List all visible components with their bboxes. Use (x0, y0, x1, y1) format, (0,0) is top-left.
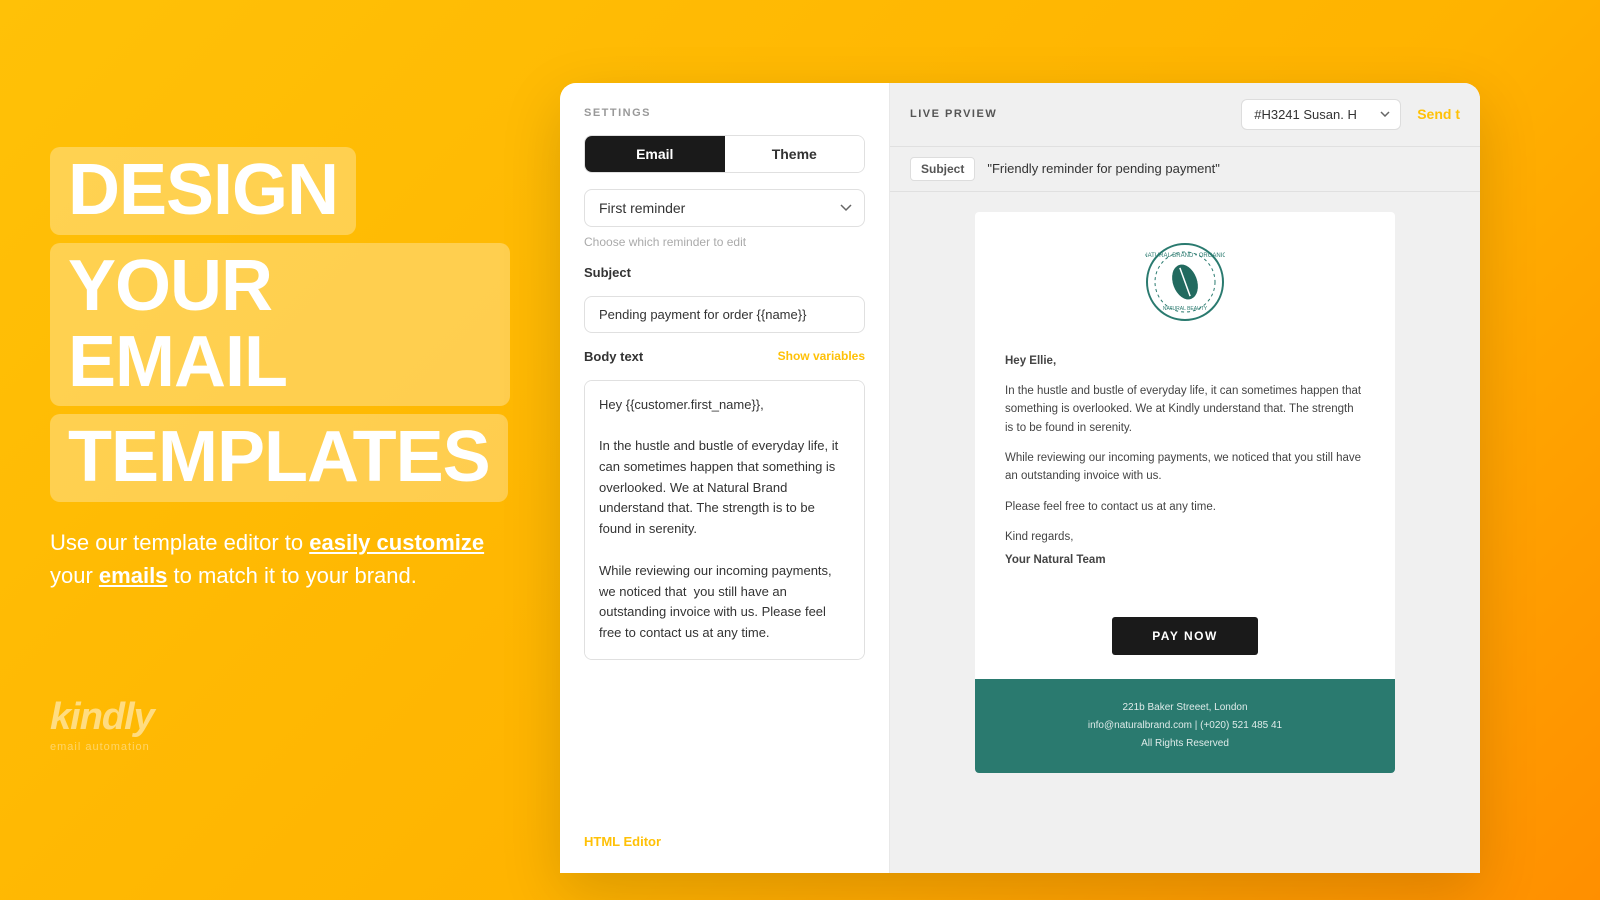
subject-value: "Friendly reminder for pending payment" (987, 161, 1220, 176)
subtitle: Use our template editor to easily custom… (50, 526, 490, 592)
title-line-3: TEMPLATES (50, 414, 510, 502)
tab-theme[interactable]: Theme (725, 136, 865, 172)
email-preview-body[interactable]: NATURAL BRAND • ORGANIC NATURAL BEAUTY H… (890, 192, 1480, 873)
settings-section-label: SETTINGS (584, 107, 865, 119)
email-logo-area: NATURAL BRAND • ORGANIC NATURAL BEAUTY (975, 212, 1395, 342)
logo-tagline: email automation (50, 741, 510, 753)
title-line-1: DESIGN (50, 147, 510, 235)
logo-area: kindly email automation (50, 696, 510, 753)
brand-logo: kindly (50, 696, 510, 739)
subject-bar: Subject "Friendly reminder for pending p… (890, 147, 1480, 192)
svg-text:NATURAL BEAUTY: NATURAL BEAUTY (1163, 306, 1208, 312)
tab-email[interactable]: Email (585, 136, 725, 172)
tab-group: Email Theme (584, 135, 865, 173)
pay-now-button[interactable]: PAY NOW (1112, 617, 1258, 655)
pay-btn-wrap: PAY NOW (975, 601, 1395, 679)
email-footer: 221b Baker Streeet, London info@naturalb… (975, 679, 1395, 773)
email-body: Hey Ellie, In the hustle and bustle of e… (975, 342, 1395, 602)
html-editor-link[interactable]: HTML Editor (584, 822, 865, 849)
email-sign-off: Kind regards, (1005, 528, 1365, 546)
preview-header: LIVE PRVIEW #H3241 Susan. H Send t (890, 83, 1480, 147)
footer-email: info@naturalbrand.com | (+020) 521 485 4… (995, 717, 1375, 735)
email-greeting: Hey Ellie, (1005, 352, 1365, 370)
preview-section-label: LIVE PRVIEW (910, 108, 997, 120)
email-para2: While reviewing our incoming payments, w… (1005, 449, 1365, 486)
svg-text:NATURAL BRAND • ORGANIC: NATURAL BRAND • ORGANIC (1145, 253, 1225, 259)
preview-panel: LIVE PRVIEW #H3241 Susan. H Send t Subje… (890, 83, 1480, 873)
email-sign-name: Your Natural Team (1005, 551, 1365, 569)
subject-label: Subject (584, 265, 865, 280)
show-variables-link[interactable]: Show variables (778, 349, 865, 363)
customer-select[interactable]: #H3241 Susan. H (1241, 99, 1401, 130)
footer-rights: All Rights Reserved (995, 735, 1375, 753)
body-header: Body text Show variables (584, 349, 865, 364)
reminder-hint: Choose which reminder to edit (584, 235, 865, 249)
body-textarea[interactable]: Hey {{customer.first_name}}, In the hust… (584, 380, 865, 660)
customer-select-wrap: #H3241 Susan. H (1241, 99, 1401, 130)
title-design: DESIGN (68, 150, 338, 230)
title-your-email: YOUR EMAIL (68, 246, 287, 402)
left-panel: DESIGN YOUR EMAIL TEMPLATES Use our temp… (0, 87, 560, 812)
footer-address: 221b Baker Streeet, London (995, 699, 1375, 717)
brand-logo-svg: NATURAL BRAND • ORGANIC NATURAL BEAUTY (1145, 242, 1225, 322)
email-para1: In the hustle and bustle of everyday lif… (1005, 382, 1365, 437)
ui-card: SETTINGS Email Theme First reminder Choo… (560, 83, 1480, 873)
email-para3: Please feel free to contact us at any ti… (1005, 498, 1365, 516)
subject-input[interactable] (584, 296, 865, 333)
right-panel: SETTINGS Email Theme First reminder Choo… (560, 0, 1600, 900)
hero-title: DESIGN YOUR EMAIL TEMPLATES (50, 147, 510, 501)
body-label: Body text (584, 349, 643, 364)
reminder-select[interactable]: First reminder (584, 189, 865, 227)
title-line-2: YOUR EMAIL (50, 243, 510, 406)
title-templates: TEMPLATES (68, 417, 490, 497)
subject-badge: Subject (910, 157, 975, 181)
email-content: NATURAL BRAND • ORGANIC NATURAL BEAUTY H… (975, 212, 1395, 774)
settings-panel: SETTINGS Email Theme First reminder Choo… (560, 83, 890, 873)
send-button[interactable]: Send t (1417, 106, 1460, 122)
